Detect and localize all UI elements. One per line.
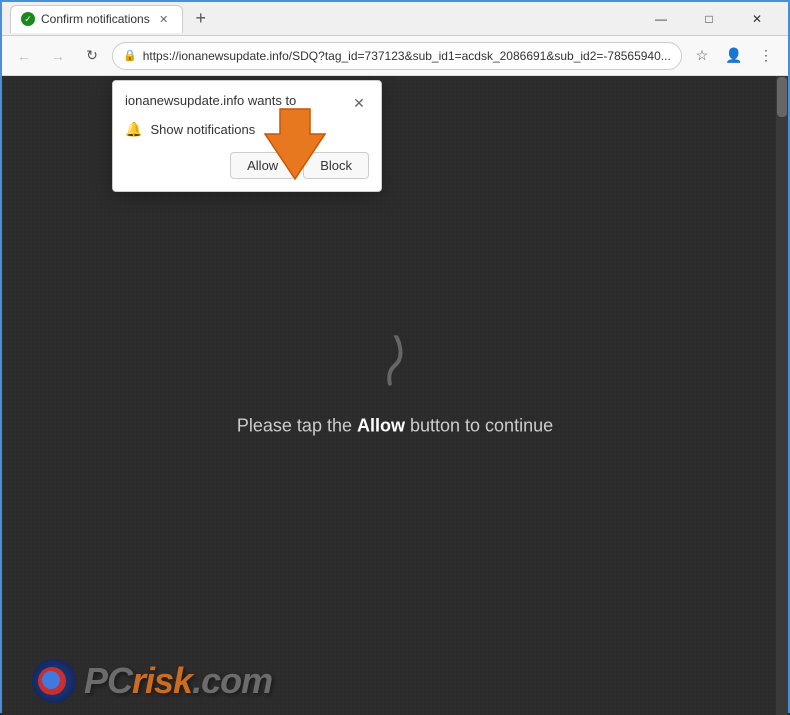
profile-icon[interactable]: 👤 — [720, 42, 748, 70]
arrow-annotation — [250, 104, 340, 189]
pcrisk-logo — [32, 659, 76, 703]
pcrisk-c: C — [107, 660, 132, 701]
pcrisk-com: .com — [192, 660, 272, 701]
notification-label: Show notifications — [150, 122, 255, 137]
tab-label: Confirm notifications — [41, 12, 150, 26]
scrollbar-thumb[interactable] — [777, 77, 787, 117]
notification-popup: ionanewsupdate.info wants to ✕ 🔔 Show no… — [112, 80, 382, 192]
message-prefix: Please tap the — [237, 415, 357, 435]
pcrisk-logo-inner — [42, 671, 60, 689]
infinity-container: Please tap the Allow button to continue — [237, 335, 553, 436]
pcrisk-pc: P — [84, 660, 107, 701]
maximize-button[interactable]: □ — [686, 2, 732, 36]
minimize-button[interactable]: — — [638, 2, 684, 36]
pcrisk-watermark: PCrisk.com — [32, 659, 272, 703]
forward-button[interactable]: → — [44, 42, 72, 70]
back-button[interactable]: ← — [10, 42, 38, 70]
pcrisk-risk: risk — [132, 660, 192, 701]
pcrisk-text: PCrisk.com — [84, 660, 272, 702]
refresh-button[interactable]: ↻ — [78, 42, 106, 70]
browser-content: ionanewsupdate.info wants to ✕ 🔔 Show no… — [2, 76, 788, 715]
page-message: Please tap the Allow button to continue — [237, 415, 553, 436]
bell-icon: 🔔 — [125, 121, 142, 138]
tab-close-button[interactable]: ✕ — [156, 11, 172, 27]
url-bar[interactable]: 🔒 https://ionanewsupdate.info/SDQ?tag_id… — [112, 42, 682, 70]
scrollbar[interactable] — [776, 76, 788, 715]
message-bold: Allow — [357, 415, 405, 435]
lock-icon: 🔒 — [123, 49, 137, 62]
new-tab-button[interactable]: + — [189, 7, 213, 31]
close-button[interactable]: ✕ — [734, 2, 780, 36]
url-text: https://ionanewsupdate.info/SDQ?tag_id=7… — [143, 49, 671, 63]
bookmark-icon[interactable]: ☆ — [688, 42, 716, 70]
title-bar: Confirm notifications ✕ + — □ ✕ — [2, 2, 788, 36]
message-suffix: button to continue — [405, 415, 553, 435]
infinity-symbol — [335, 335, 455, 395]
title-bar-left: Confirm notifications ✕ + — [10, 5, 638, 33]
address-bar: ← → ↻ 🔒 https://ionanewsupdate.info/SDQ?… — [2, 36, 788, 76]
address-actions: ☆ 👤 ⋮ — [688, 42, 780, 70]
tab-favicon — [21, 12, 35, 26]
window-controls: — □ ✕ — [638, 2, 780, 36]
menu-icon[interactable]: ⋮ — [752, 42, 780, 70]
browser-tab[interactable]: Confirm notifications ✕ — [10, 5, 183, 33]
popup-close-button[interactable]: ✕ — [349, 93, 369, 113]
